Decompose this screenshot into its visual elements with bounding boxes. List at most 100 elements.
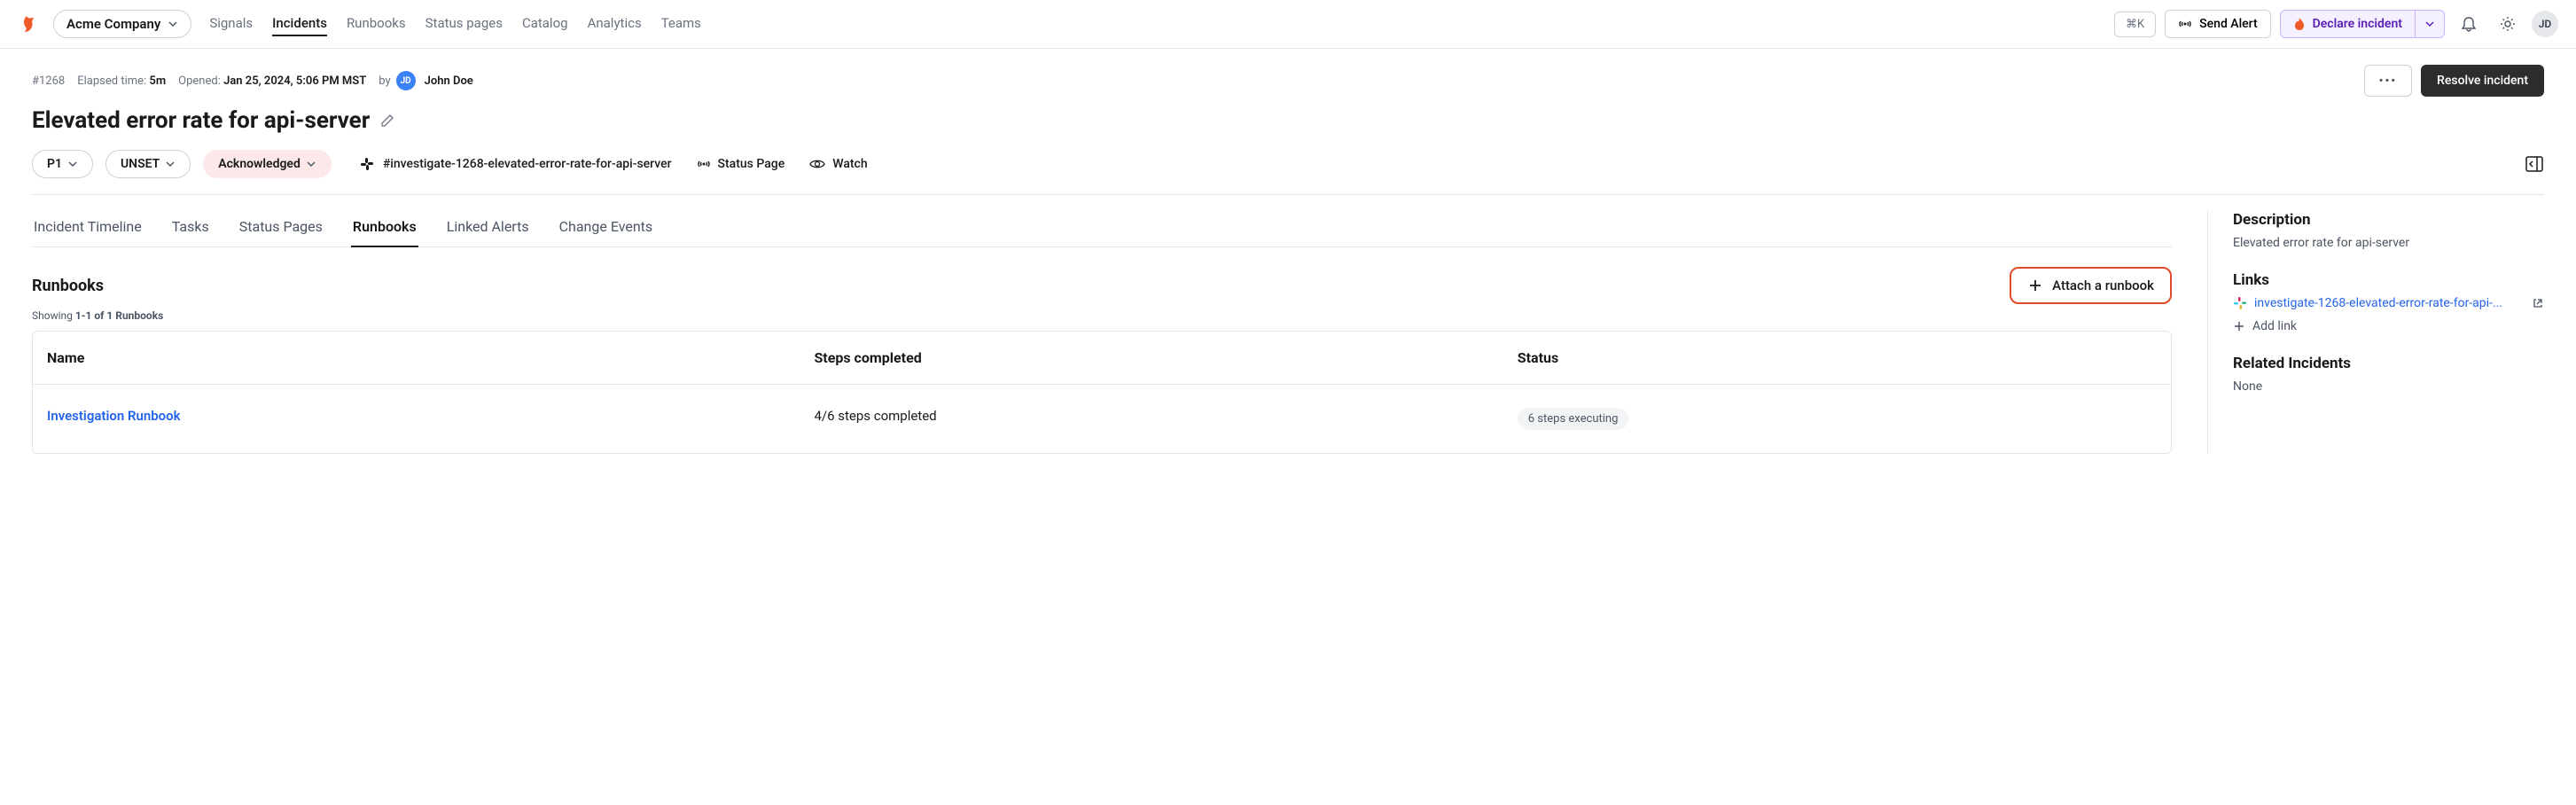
declare-incident-button[interactable]: Declare incident: [2280, 10, 2416, 38]
priority-label: P1: [47, 157, 62, 171]
resolve-incident-button[interactable]: Resolve incident: [2421, 65, 2544, 97]
user-avatar[interactable]: JD: [2532, 11, 2558, 37]
col-steps: Steps completed: [814, 349, 1517, 366]
status-pill[interactable]: Acknowledged: [203, 150, 332, 178]
priority-pill[interactable]: P1: [32, 150, 93, 178]
nav-teams[interactable]: Teams: [661, 12, 701, 36]
slack-channel-link[interactable]: #investigate-1268-elevated-error-rate-fo…: [360, 157, 672, 171]
nav-status-pages[interactable]: Status pages: [425, 12, 503, 36]
tab-status-pages[interactable]: Status Pages: [238, 211, 324, 246]
content: #1268 Elapsed time: 5m Opened: Jan 25, 2…: [0, 49, 2576, 470]
runbooks-table: Name Steps completed Status Investigatio…: [32, 331, 2172, 454]
table-header: Name Steps completed Status: [33, 332, 2171, 384]
runbooks-heading: Runbooks: [32, 277, 104, 295]
tab-timeline[interactable]: Incident Timeline: [32, 211, 144, 246]
main-layout: Incident Timeline Tasks Status Pages Run…: [32, 211, 2544, 454]
status-label: Acknowledged: [218, 157, 301, 171]
nav-links: Signals Incidents Runbooks Status pages …: [209, 12, 701, 36]
eye-icon: [809, 158, 825, 170]
company-dropdown[interactable]: Acme Company: [53, 10, 191, 38]
title-row: Elevated error rate for api-server: [32, 107, 2544, 134]
pencil-icon: [380, 113, 394, 128]
chevron-down-icon: [2424, 19, 2435, 29]
add-link-label: Add link: [2252, 319, 2297, 333]
topnav: Acme Company Signals Incidents Runbooks …: [0, 0, 2576, 49]
send-alert-label: Send Alert: [2199, 17, 2257, 31]
watch-button[interactable]: Watch: [809, 157, 867, 171]
main-left: Incident Timeline Tasks Status Pages Run…: [32, 211, 2172, 454]
tab-change-events[interactable]: Change Events: [558, 211, 655, 246]
col-name: Name: [47, 349, 814, 366]
opened-time: Opened: Jan 25, 2024, 5:06 PM MST: [178, 74, 366, 88]
declare-incident-chevron[interactable]: [2416, 10, 2445, 38]
header-actions: ••• Resolve incident: [2364, 65, 2544, 97]
broadcast-icon: [2178, 17, 2192, 31]
incident-id: #1268: [32, 74, 65, 88]
description-heading: Description: [2233, 211, 2544, 229]
topnav-right: ⌘K Send Alert Declare incident JD: [2114, 9, 2558, 39]
nav-runbooks[interactable]: Runbooks: [347, 12, 406, 36]
chevron-down-icon: [165, 159, 176, 169]
nav-catalog[interactable]: Catalog: [522, 12, 568, 36]
sidebar: Description Elevated error rate for api-…: [2207, 211, 2544, 454]
company-name: Acme Company: [66, 16, 160, 32]
elapsed-time: Elapsed time: 5m: [77, 74, 166, 88]
pills-row: P1 UNSET Acknowledged #investigate-1268-…: [32, 150, 2544, 195]
declare-incident-label: Declare incident: [2313, 17, 2402, 31]
gear-icon: [2499, 15, 2517, 33]
incident-title: Elevated error rate for api-server: [32, 107, 370, 134]
notifications-button[interactable]: [2454, 9, 2484, 39]
more-actions-button[interactable]: •••: [2364, 65, 2412, 97]
attach-runbook-button[interactable]: Attach a runbook: [2010, 267, 2172, 304]
plus-icon: [2233, 320, 2245, 332]
runbook-name-link[interactable]: Investigation Runbook: [47, 408, 814, 430]
watch-label: Watch: [832, 157, 867, 171]
runbook-status-badge: 6 steps executing: [1518, 408, 1629, 430]
command-palette-button[interactable]: ⌘K: [2114, 12, 2156, 37]
declare-incident-group: Declare incident: [2280, 10, 2445, 38]
tab-runbooks[interactable]: Runbooks: [351, 211, 418, 247]
showing-count: Showing 1-1 of 1 Runbooks: [32, 309, 2172, 322]
panel-collapse-icon: [2525, 154, 2544, 174]
incident-meta-row: #1268 Elapsed time: 5m Opened: Jan 25, 2…: [32, 65, 2544, 97]
nav-signals[interactable]: Signals: [209, 12, 253, 36]
settings-button[interactable]: [2493, 9, 2523, 39]
fire-icon: [2293, 17, 2306, 31]
link-row: investigate-1268-elevated-error-rate-for…: [2233, 296, 2544, 310]
product-logo-icon[interactable]: [18, 12, 41, 35]
slack-icon: [360, 157, 374, 171]
slack-channel-text: #investigate-1268-elevated-error-rate-fo…: [383, 157, 672, 171]
incident-tabs: Incident Timeline Tasks Status Pages Run…: [32, 211, 2172, 247]
runbooks-section-header: Runbooks Attach a runbook: [32, 267, 2172, 304]
external-link-icon[interactable]: [2532, 297, 2544, 309]
tab-tasks[interactable]: Tasks: [170, 211, 211, 246]
broadcast-icon: [697, 157, 711, 171]
related-text: None: [2233, 379, 2544, 394]
slack-link[interactable]: investigate-1268-elevated-error-rate-for…: [2254, 296, 2525, 310]
author-name: John Doe: [425, 74, 473, 88]
status-page-label: Status Page: [718, 157, 785, 171]
bell-icon: [2460, 15, 2478, 33]
add-link-button[interactable]: Add link: [2233, 319, 2544, 333]
severity-pill[interactable]: UNSET: [105, 150, 191, 178]
tab-linked-alerts[interactable]: Linked Alerts: [445, 211, 531, 246]
table-row: Investigation Runbook 4/6 steps complete…: [33, 384, 2171, 453]
opened-by: by JD John Doe: [379, 71, 473, 90]
related-heading: Related Incidents: [2233, 355, 2544, 372]
links-heading: Links: [2233, 271, 2544, 289]
nav-incidents[interactable]: Incidents: [272, 12, 327, 36]
related-incidents-section: Related Incidents None: [2233, 355, 2544, 394]
slack-icon: [2233, 296, 2247, 310]
description-text: Elevated error rate for api-server: [2233, 236, 2544, 250]
status-page-link[interactable]: Status Page: [697, 157, 785, 171]
chevron-down-icon: [67, 159, 78, 169]
col-status: Status: [1518, 349, 2157, 366]
send-alert-button[interactable]: Send Alert: [2165, 10, 2270, 38]
edit-title-button[interactable]: [380, 113, 394, 128]
nav-analytics[interactable]: Analytics: [588, 12, 642, 36]
description-section: Description Elevated error rate for api-…: [2233, 211, 2544, 250]
chevron-down-icon: [168, 19, 178, 29]
author-avatar: JD: [396, 71, 416, 90]
attach-runbook-label: Attach a runbook: [2052, 277, 2154, 293]
toggle-panel-button[interactable]: [2525, 154, 2544, 174]
